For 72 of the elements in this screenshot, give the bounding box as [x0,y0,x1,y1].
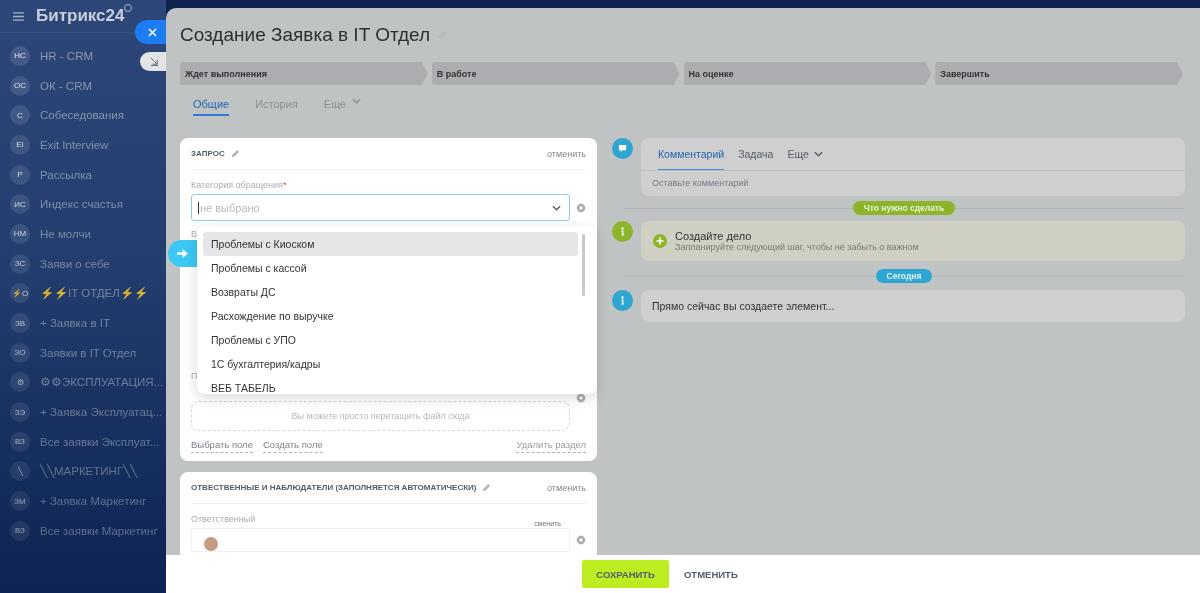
stage-step[interactable]: Завершить [935,62,1183,85]
sidebar-avatar: ⚡О [10,283,30,304]
sidebar-item[interactable]: Не молчи [40,227,91,240]
sidebar-avatar: НС [10,45,30,66]
stage-step[interactable]: Ждет выполнения [180,62,428,85]
field-label: Категория обращения* [191,180,287,190]
sidebar-item[interactable]: Индекс счастья [40,198,124,211]
stage-step[interactable]: На оценке [683,62,932,85]
dropdown-option[interactable]: ВЕБ ТАБЕЛЬ [203,376,578,394]
sidebar-item[interactable]: ОК - CRM [40,79,93,92]
sidebar-item[interactable]: ⚡⚡IT ОТДЕЛ⚡⚡ [40,286,148,301]
page-title: Создание Заявка в IT Отдел [180,24,431,46]
section-title: ОТВЕСТВЕННЫЕ И НАБЛЮДАТЕЛИ (ЗАПОЛНЯЕТСЯ АВТОМАТИЧЕСКИ) [191,483,477,492]
dropdown-option[interactable]: Возвраты ДС [203,280,578,304]
dropdown-option[interactable]: Проблемы с Киоском [203,232,578,256]
tab[interactable]: Общие [193,98,230,116]
sidebar-item[interactable]: ⚙⚙ЭКСПЛУАТАЦИЯ... [40,375,164,390]
sidebar-avatar: ЗЭ [10,402,30,423]
sidebar-avatar: ВЗ [10,520,30,541]
sidebar-item[interactable]: Собеседования [40,109,124,122]
sidebar-avatar: ИС [10,194,30,215]
stage-step[interactable]: В работе [431,62,680,85]
dropdown-option[interactable]: 1С бухгалтерия/кадры [203,352,578,376]
delete-section-link[interactable]: Удалить раздел [516,439,586,453]
todo-card[interactable]: Создайте дело Запланируйте следующий шаг, чтобы не забыть о важном [641,221,1185,261]
cancel-link[interactable]: отменить [547,148,586,159]
todo-hint: Запланируйте следующий шаг, чтобы не забыть о важном [675,242,919,252]
tab[interactable]: Комментарий [658,138,725,170]
dropdown-option[interactable]: Проблемы с УПО [203,328,578,352]
sidebar-avatar: Р [10,164,30,185]
sidebar-item[interactable]: Exit Interview [40,138,109,151]
sidebar-item[interactable]: ╲╲МАРКЕТИНГ╲╲ [40,464,138,479]
todo-title: Создайте дело [675,230,752,242]
save-button[interactable]: СОХРАНИТЬ [582,560,669,588]
sidebar-avatar: ОС [10,75,30,96]
cancel-button[interactable]: ОТМЕНИТЬ [677,567,744,581]
info-message: Прямо сейчас вы создаете элемент... [641,290,1185,322]
comment-field[interactable]: Оставьте комментарий [652,178,749,188]
sidebar-avatar: ЗВ [10,313,30,334]
category-select[interactable]: не выбрано [191,194,570,221]
section-badge: Что нужно сделать [852,200,956,215]
sidebar-avatar: ЗО [10,342,30,363]
sidebar-item[interactable]: HR - CRM [40,49,94,62]
sidebar-avatar: ЗС [10,253,30,274]
dropdown-option[interactable]: Проблемы с кассой [203,256,578,280]
sidebar-avatar: НМ [10,223,30,244]
field-link[interactable]: Создать поле [262,439,323,453]
date-badge: Сегодня [875,268,933,283]
cancel-link[interactable]: отменить [547,482,586,493]
sidebar-item[interactable]: Заяви о себе [40,257,110,270]
sidebar-item[interactable]: + Заявка Эксплуатац... [40,406,163,419]
sidebar-item[interactable]: + Заявка в IT [40,317,110,330]
field-label: В [191,229,197,239]
sidebar-item[interactable]: + Заявка Маркетинг [40,495,147,508]
sidebar-avatar: ЗМ [10,491,30,512]
section-title: ЗАПРОС [191,149,225,158]
dropdown-option[interactable]: Расхождение по выручке [203,304,578,328]
sidebar-avatar: ВЗ [10,431,30,452]
tab[interactable]: Задача [738,138,774,170]
sidebar-avatar: ╲ [10,461,30,482]
logo[interactable]: Битрикс24 [36,6,133,26]
sidebar-item[interactable]: Все заявки Маркетинг [40,524,158,537]
file-dropzone[interactable]: Вы можете просто перетащить файл сюда [191,401,570,431]
sidebar-item[interactable]: Рассылка [40,168,92,181]
sidebar-item[interactable]: Заявки в IT Отдел [40,346,137,359]
sidebar-avatar: ⚙ [10,372,30,393]
sidebar-avatar: EI [10,134,30,155]
sidebar-avatar: С [10,105,30,126]
sidebar-item[interactable]: Все заявки Эксплуат... [40,435,160,448]
field-label: П [191,371,198,381]
tab[interactable]: Еще [787,138,823,170]
field-link[interactable]: Выбрать поле [191,439,253,453]
